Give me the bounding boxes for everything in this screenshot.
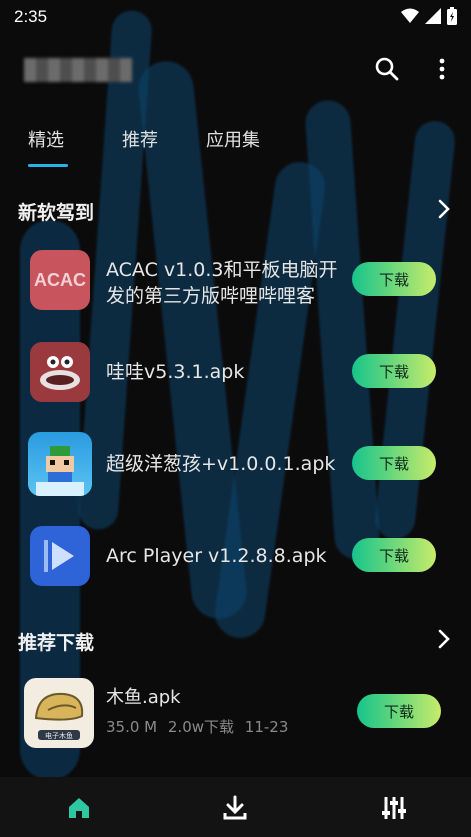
status-icons bbox=[401, 7, 457, 25]
wifi-icon bbox=[401, 8, 419, 23]
status-time: 2:35 bbox=[14, 7, 48, 26]
app-downloads: 2.0w下载 bbox=[167, 718, 235, 736]
app-icon-label: 电子木鱼 bbox=[45, 732, 73, 740]
section-new-apps-header[interactable]: 新软驾到 bbox=[0, 190, 471, 230]
app-name: 超级洋葱孩+v1.0.0.1.apk bbox=[106, 453, 336, 475]
download-button[interactable]: 下载 bbox=[357, 694, 441, 728]
download-button[interactable]: 下载 bbox=[352, 538, 436, 572]
tab-featured[interactable]: 精选 bbox=[28, 126, 64, 152]
tab-indicator bbox=[28, 164, 68, 167]
list-item[interactable]: Arc Player v1.2.8.8.apk 下载 bbox=[0, 518, 471, 598]
app-icon-acac: ACAC bbox=[30, 250, 90, 310]
chevron-right-icon[interactable] bbox=[437, 628, 451, 650]
section-title: 新软驾到 bbox=[18, 202, 95, 224]
app-name: Arc Player v1.2.8.8.apk bbox=[106, 545, 327, 567]
app-icon-wooden-fish: 电子木鱼 bbox=[24, 678, 94, 748]
app-title-redacted bbox=[24, 58, 132, 82]
app-icon-wawa bbox=[30, 342, 90, 402]
tab-recommend[interactable]: 推荐 bbox=[122, 126, 158, 152]
app-meta: 35.0 M 2.0w下载 11-23 bbox=[106, 716, 288, 737]
list-item[interactable]: ACAC ACAC v1.0.3和平板电脑开发的第三方版哔哩哔哩客 下载 bbox=[0, 242, 471, 322]
app-name: 哇哇v5.3.1.apk bbox=[106, 361, 245, 383]
section-recommended-header[interactable]: 推荐下载 bbox=[0, 620, 471, 660]
app-icon-label: ACAC bbox=[34, 269, 86, 290]
section-title: 推荐下载 bbox=[18, 632, 95, 654]
app-size: 35.0 M bbox=[106, 718, 158, 736]
download-button[interactable]: 下载 bbox=[352, 354, 436, 388]
download-icon[interactable] bbox=[220, 793, 250, 823]
list-item[interactable]: 超级洋葱孩+v1.0.0.1.apk 下载 bbox=[0, 426, 471, 506]
status-bar: 2:35 bbox=[0, 0, 471, 34]
tab-bar: 精选 推荐 应用集 bbox=[0, 118, 471, 167]
battery-icon bbox=[447, 7, 457, 25]
tune-icon[interactable] bbox=[379, 793, 409, 823]
signal-icon bbox=[425, 8, 441, 24]
home-icon[interactable] bbox=[64, 793, 94, 823]
app-name: ACAC v1.0.3和平板电脑开发的第三方版哔哩哔哩客 bbox=[106, 259, 338, 307]
download-button[interactable]: 下载 bbox=[352, 446, 436, 480]
app-date: 11-23 bbox=[244, 718, 289, 736]
more-vert-icon[interactable] bbox=[427, 54, 457, 84]
app-bar bbox=[0, 44, 471, 94]
list-item[interactable]: 电子木鱼 木鱼.apk 35.0 M 2.0w下载 11-23 下载 bbox=[0, 672, 471, 768]
list-item[interactable]: 哇哇v5.3.1.apk 下载 bbox=[0, 334, 471, 414]
chevron-right-icon[interactable] bbox=[437, 198, 451, 220]
bottom-nav bbox=[0, 777, 471, 837]
app-icon-arc-player bbox=[30, 526, 90, 586]
download-button[interactable]: 下载 bbox=[352, 262, 436, 296]
tab-collections[interactable]: 应用集 bbox=[206, 126, 260, 152]
search-icon[interactable] bbox=[372, 54, 402, 84]
app-icon-onion-boy bbox=[28, 432, 92, 496]
app-name: 木鱼.apk bbox=[106, 687, 181, 708]
